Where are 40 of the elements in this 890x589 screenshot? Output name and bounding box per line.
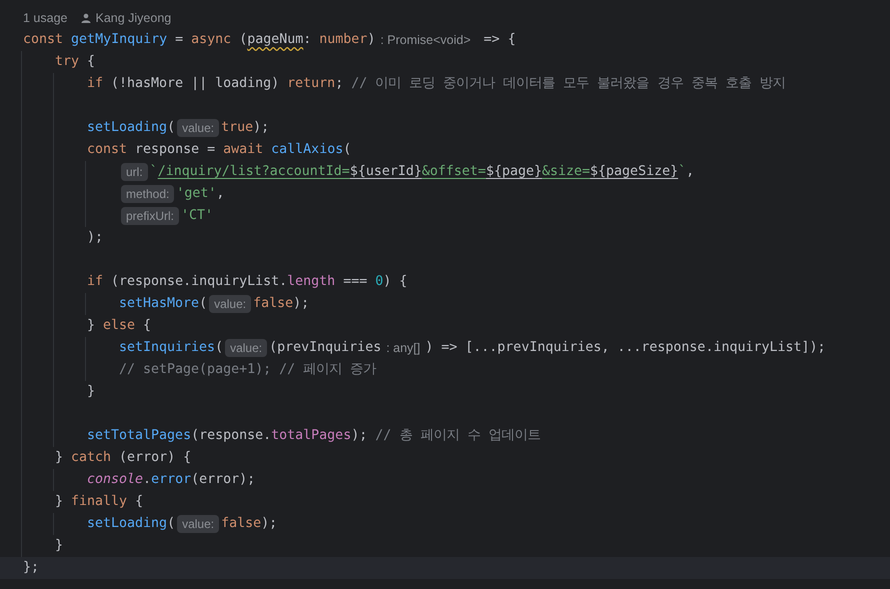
type-hint: : any[] xyxy=(386,340,420,357)
author-name[interactable]: Kang Jiyeong xyxy=(95,8,172,28)
code-text: ) => [...prevInquiries, ...response.inquiryList]); xyxy=(425,339,826,358)
code-text: => { xyxy=(482,31,516,50)
code-text: (prevInquiries xyxy=(269,339,382,358)
code-text: } xyxy=(87,383,96,402)
code-text: }; xyxy=(23,559,40,578)
usage-count[interactable]: 1 usage xyxy=(23,8,68,28)
code-text: false); xyxy=(221,515,278,534)
inlay-hint: method: xyxy=(121,185,174,203)
code-text: } finally { xyxy=(55,493,144,512)
inlay-hint: prefixUrl: xyxy=(121,207,180,225)
code-text: 'CT' xyxy=(181,207,214,226)
code-text: ); xyxy=(87,229,104,248)
inlay-hint: value: xyxy=(209,295,252,313)
code-text: setLoading( xyxy=(87,515,176,534)
code-text: } xyxy=(55,537,64,556)
code-text: } else { xyxy=(87,317,152,336)
code-text: setHasMore( xyxy=(119,295,208,314)
person-icon xyxy=(81,13,92,23)
inlay-hint: value: xyxy=(177,119,220,137)
code-text: setInquiries( xyxy=(119,339,224,358)
code-text: try { xyxy=(55,53,96,72)
code-text: if (!hasMore || loading) return; // 이미 로딩 중이거나 데이터를 모두 불러왔을 경우 중복 호출 방지 xyxy=(87,75,786,94)
code-text: false); xyxy=(253,295,310,314)
code-text: `/inquiry/list?accountId=${userId}&offset=${page}&size=${pageSize}`, xyxy=(150,163,694,182)
code-text: true); xyxy=(221,119,270,138)
code-text: const response = await callAxios( xyxy=(87,141,352,160)
code-text: if (response.inquiryList.length === 0) { xyxy=(87,273,408,292)
code-text: } catch (error) { xyxy=(55,449,192,468)
type-hint: : Promise<void> xyxy=(380,32,471,49)
code-text: 'get', xyxy=(176,185,224,204)
code-text: setTotalPages(response.totalPages); // 총 페이지 수 업데이트 xyxy=(87,427,540,446)
inlay-hint: value: xyxy=(177,515,220,533)
inlay-hint: value: xyxy=(225,339,268,357)
code-text: // setPage(page+1); // 페이지 증가 xyxy=(119,361,376,380)
code-text: console.error(error); xyxy=(87,471,256,490)
code-text: setLoading( xyxy=(87,119,176,138)
code-text: const getMyInquiry = async (pageNum: number) xyxy=(23,31,376,50)
inlay-hint: url: xyxy=(121,163,148,181)
